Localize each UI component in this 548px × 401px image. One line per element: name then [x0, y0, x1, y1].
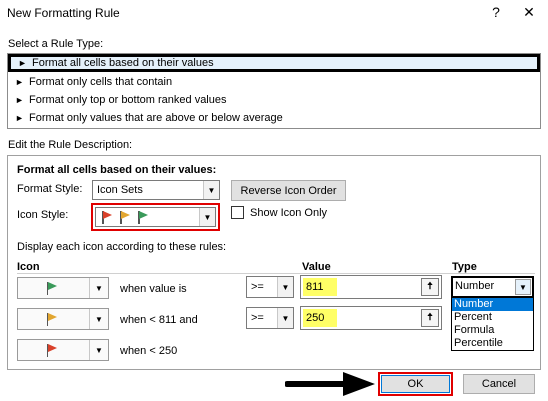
rule-item-label: Format only top or bottom ranked values — [29, 94, 227, 106]
icon-column-header: Icon — [17, 261, 40, 273]
type-option[interactable]: Number — [452, 298, 533, 311]
icon-select-row-3[interactable]: ▼ — [17, 339, 109, 361]
chevron-down-icon: ▼ — [95, 283, 103, 293]
chevron-down-icon: ▼ — [203, 181, 219, 199]
rule-item-all-cells[interactable]: ► Format all cells based on their values — [8, 54, 540, 72]
type-option[interactable]: Formula — [452, 324, 533, 337]
condition-text-row-1: when value is — [120, 283, 187, 295]
range-select-icon[interactable]: 🠅 — [421, 309, 439, 327]
dialog-title: New Formatting Rule — [7, 6, 120, 20]
red-flag-icon — [45, 343, 59, 357]
chevron-down-icon: ▼ — [199, 208, 215, 226]
rule-item-above-below-average[interactable]: ► Format only values that are above or b… — [8, 109, 540, 127]
rule-type-label-text: Select a Rule Type: — [8, 38, 104, 50]
arrow-icon: ► — [15, 77, 24, 87]
rule-item-top-bottom[interactable]: ► Format only top or bottom ranked value… — [8, 91, 540, 109]
type-option[interactable]: Percent — [452, 311, 533, 324]
chevron-down-icon: ▼ — [95, 345, 103, 355]
rule-item-label: Format only cells that contain — [29, 76, 173, 88]
rule-item-cells-contain[interactable]: ► Format only cells that contain — [8, 73, 540, 91]
rule-item-label: Format all cells based on their values — [32, 57, 214, 69]
icon-select-row-1[interactable]: ▼ — [17, 277, 109, 299]
type-dropdown-list[interactable]: Number Percent Formula Percentile — [451, 297, 534, 351]
title-bar: New Formatting Rule ? ✕ — [0, 0, 548, 26]
chevron-down-icon: ▼ — [277, 308, 293, 328]
condition-text-row-3: when < 250 — [120, 345, 178, 357]
icon-style-label: Icon Style: — [17, 209, 69, 221]
format-style-select[interactable]: Icon Sets ▼ — [92, 180, 220, 200]
show-icon-only-label: Show Icon Only — [250, 207, 328, 219]
red-flag-icon — [100, 210, 114, 224]
yellow-flag-icon — [45, 312, 59, 326]
format-style-value: Icon Sets — [97, 184, 143, 196]
pointer-arrow-icon — [285, 372, 375, 396]
type-option[interactable]: Percentile — [452, 337, 533, 350]
rule-type-label: Select a Rule Type: — [8, 38, 103, 50]
value-text: 250 — [303, 309, 337, 327]
operator-select-row-1[interactable]: >= ▼ — [246, 276, 294, 298]
reverse-icon-order-button[interactable]: Reverse Icon Order — [231, 180, 346, 201]
arrow-icon: ► — [15, 95, 24, 105]
show-icon-only-checkbox[interactable] — [231, 206, 244, 219]
header-divider — [17, 273, 535, 274]
ok-button[interactable]: OK — [381, 375, 450, 393]
icon-style-select[interactable]: ▼ — [95, 207, 216, 227]
format-style-label: Format Style: — [17, 183, 83, 195]
condition-text-row-2: when < 811 and — [120, 314, 198, 326]
chevron-down-icon: ▼ — [515, 279, 531, 295]
operator-value: >= — [251, 281, 264, 293]
operator-select-row-2[interactable]: >= ▼ — [246, 307, 294, 329]
rule-item-label: Format only values that are above or bel… — [29, 112, 283, 124]
icon-select-row-2[interactable]: ▼ — [17, 308, 109, 330]
rule-type-list[interactable]: ► Format all cells based on their values… — [7, 53, 541, 129]
range-select-icon[interactable]: 🠅 — [421, 278, 439, 296]
green-flag-icon — [45, 281, 59, 295]
chevron-down-icon: ▼ — [95, 314, 103, 324]
operator-value: >= — [251, 312, 264, 324]
value-text: 811 — [303, 278, 337, 296]
type-column-header: Type — [452, 261, 477, 273]
arrow-icon: ► — [15, 113, 24, 123]
rule-heading: Format all cells based on their values: — [17, 164, 217, 176]
type-select-row-1[interactable]: Number ▼ — [451, 276, 534, 298]
help-button[interactable]: ? — [482, 1, 510, 23]
yellow-flag-icon — [118, 210, 132, 224]
value-column-header: Value — [302, 261, 331, 273]
chevron-down-icon: ▼ — [277, 277, 293, 297]
rules-instruction: Display each icon according to these rul… — [17, 241, 227, 253]
icon-style-preview — [96, 210, 199, 224]
green-flag-icon — [136, 210, 150, 224]
cancel-button[interactable]: Cancel — [463, 374, 535, 394]
close-button[interactable]: ✕ — [515, 1, 543, 23]
arrow-icon: ► — [18, 58, 27, 68]
value-input-row-2[interactable]: 250 🠅 — [300, 306, 442, 330]
type-value: Number — [455, 280, 495, 292]
rule-description-label: Edit the Rule Description: — [8, 139, 133, 151]
value-input-row-1[interactable]: 811 🠅 — [300, 275, 442, 299]
